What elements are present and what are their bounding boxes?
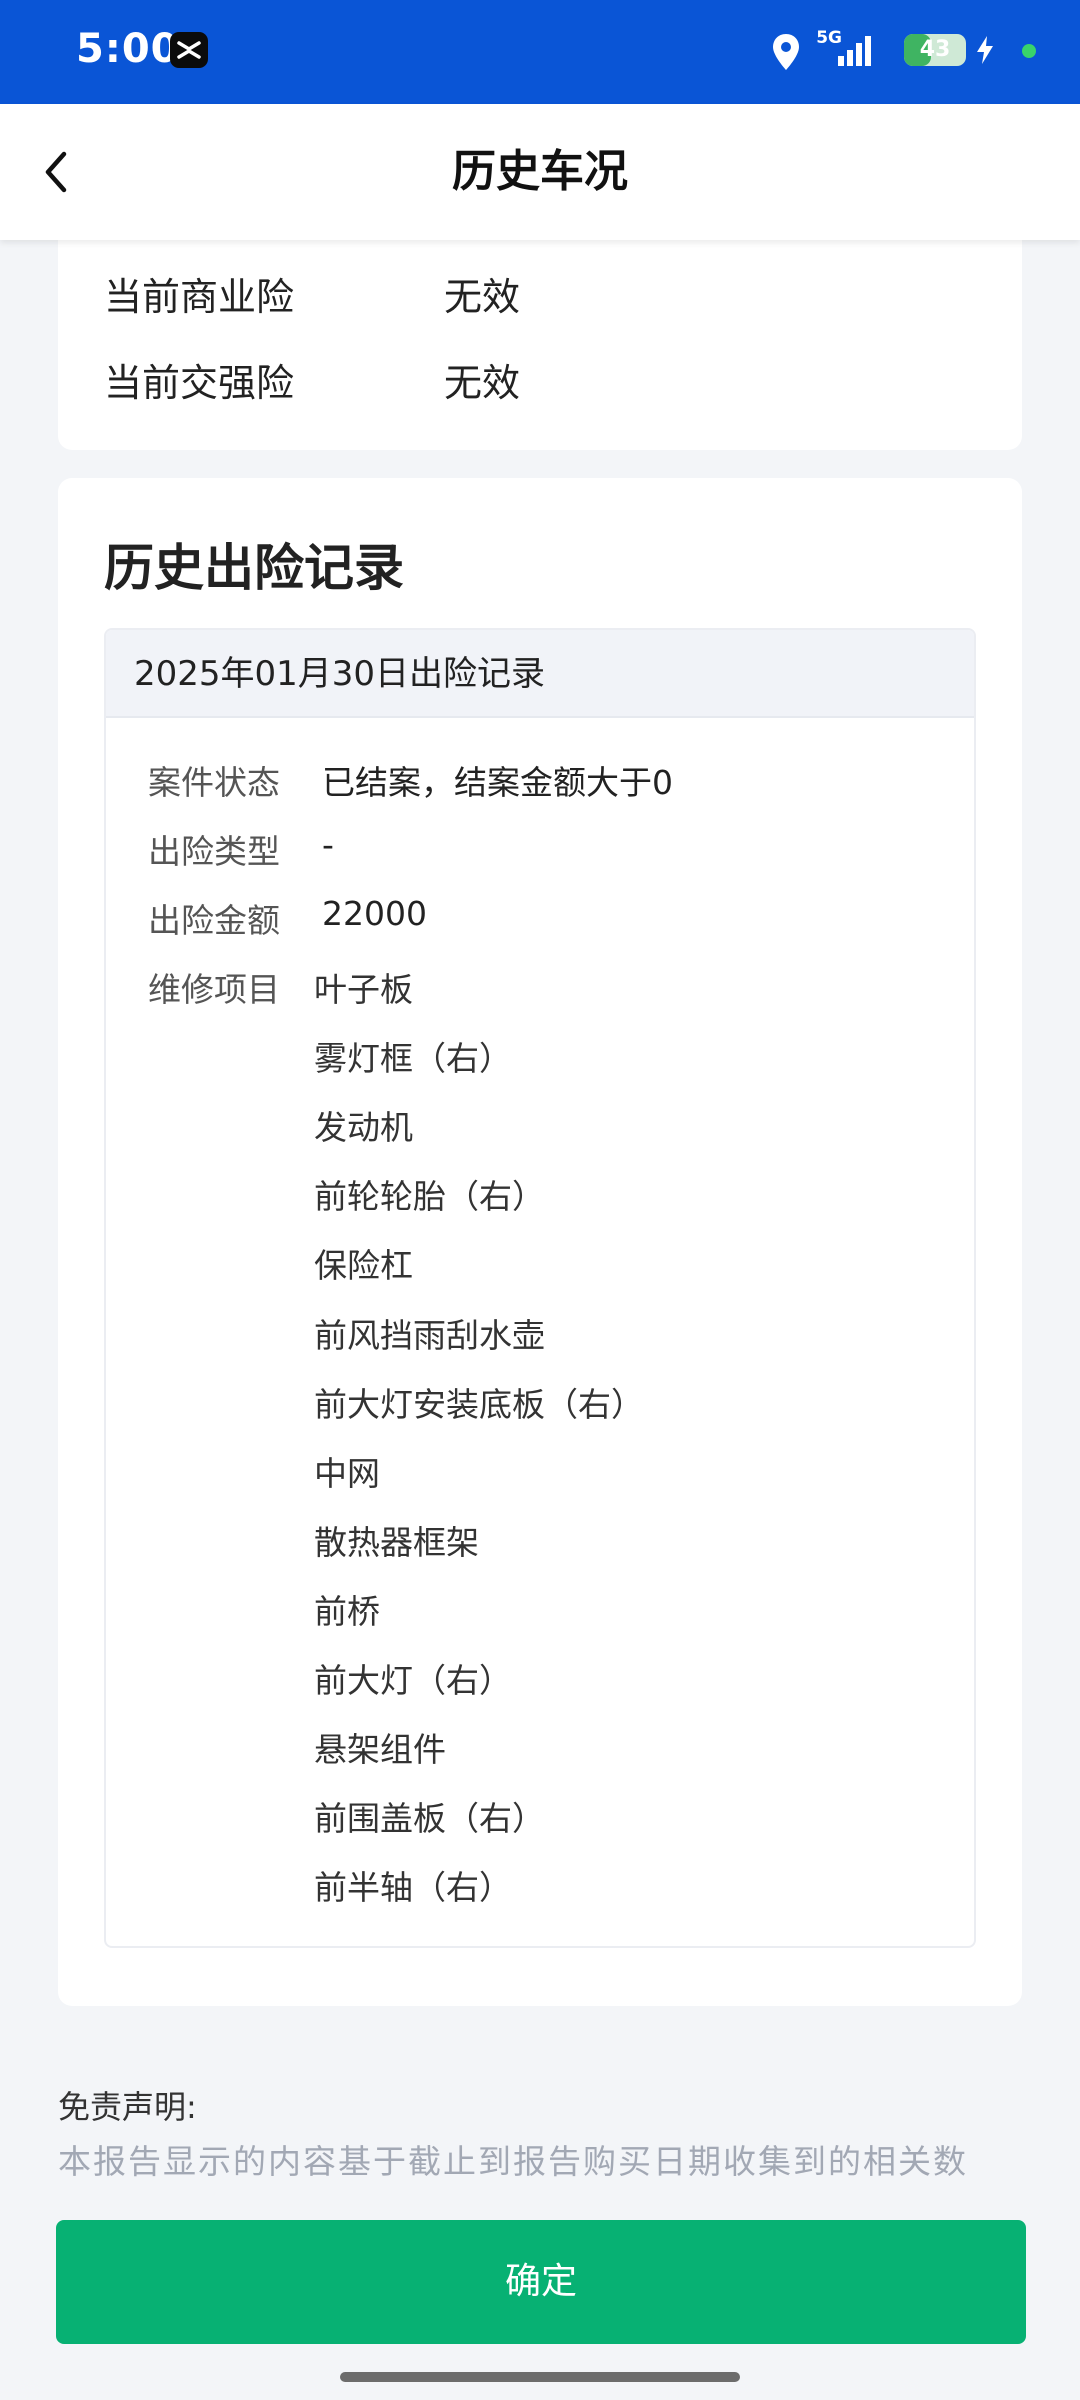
bottom-bar: 确定 bbox=[0, 2192, 1080, 2400]
repair-items-label: 维修项目 bbox=[148, 970, 280, 1009]
location-icon bbox=[773, 34, 799, 70]
repair-item: 前风挡雨刮水壶 bbox=[314, 1316, 545, 1355]
disclaimer-body: 本报告显示的内容基于截止到报告购买日期收集到的相关数据，所有数据均来自第三方，由… bbox=[58, 2142, 1001, 2200]
claim-type-label: 出险类型 bbox=[148, 832, 280, 871]
claim-amount-value: 22000 bbox=[322, 894, 427, 933]
status-bar: 5:00 5G 43 bbox=[0, 0, 1080, 104]
claim-type-value: - bbox=[322, 825, 334, 864]
repair-item: 前大灯安装底板（右） bbox=[314, 1385, 644, 1424]
insurance-label: 当前商业险 bbox=[104, 275, 295, 319]
repair-item: 前桥 bbox=[314, 1592, 380, 1631]
dot-icon bbox=[1022, 44, 1036, 58]
insurance-value: 无效 bbox=[444, 275, 521, 319]
battery-text: 43 bbox=[919, 37, 951, 62]
repair-item: 前大灯（右） bbox=[314, 1661, 512, 1700]
charging-bolt-icon bbox=[977, 36, 993, 64]
screen: 5:00 5G 43 历史车况 当前商业险 无效 当前交强险 无效 历史出险记录… bbox=[0, 0, 1080, 2400]
repair-item: 前半轴（右） bbox=[314, 1868, 512, 1907]
status-time: 5:00 bbox=[76, 26, 180, 72]
repair-item: 前轮轮胎（右） bbox=[314, 1177, 545, 1216]
claim-record: 2025年01月30日出险记录 案件状态 已结案，结案金额大于0 出险类型 - … bbox=[104, 628, 976, 1948]
confirm-button[interactable]: 确定 bbox=[56, 2220, 1026, 2344]
repair-item: 叶子板 bbox=[314, 970, 413, 1009]
home-indicator[interactable] bbox=[340, 2372, 740, 2382]
repair-item: 保险杠 bbox=[314, 1246, 413, 1285]
case-status-label: 案件状态 bbox=[148, 763, 280, 802]
repair-item: 悬架组件 bbox=[314, 1730, 446, 1769]
repair-item: 散热器框架 bbox=[314, 1523, 479, 1562]
record-header: 2025年01月30日出险记录 bbox=[106, 630, 974, 718]
repair-item: 前围盖板（右） bbox=[314, 1799, 545, 1838]
capcut-icon bbox=[170, 32, 208, 68]
record-date-title: 2025年01月30日出险记录 bbox=[134, 654, 546, 694]
app-header: 历史车况 bbox=[0, 104, 1080, 240]
page-title: 历史车况 bbox=[452, 146, 628, 197]
disclaimer-title: 免责声明: bbox=[58, 2088, 197, 2126]
signal-icon bbox=[838, 36, 871, 66]
repair-item: 中网 bbox=[314, 1454, 380, 1493]
chevron-left-icon bbox=[45, 151, 67, 193]
section-title: 历史出险记录 bbox=[104, 539, 404, 597]
back-button[interactable] bbox=[30, 140, 94, 204]
status-icons: 5G 43 bbox=[738, 28, 1038, 74]
claims-card: 历史出险记录 2025年01月30日出险记录 案件状态 已结案，结案金额大于0 … bbox=[58, 478, 1022, 2006]
claim-amount-label: 出险金额 bbox=[148, 901, 280, 940]
case-status-value: 已结案，结案金额大于0 bbox=[322, 763, 673, 802]
insurance-label: 当前交强险 bbox=[104, 361, 295, 405]
battery-icon: 43 bbox=[904, 34, 966, 66]
repair-item: 雾灯框（右） bbox=[314, 1039, 512, 1078]
insurance-value: 无效 bbox=[444, 361, 521, 405]
repair-item: 发动机 bbox=[314, 1108, 413, 1147]
